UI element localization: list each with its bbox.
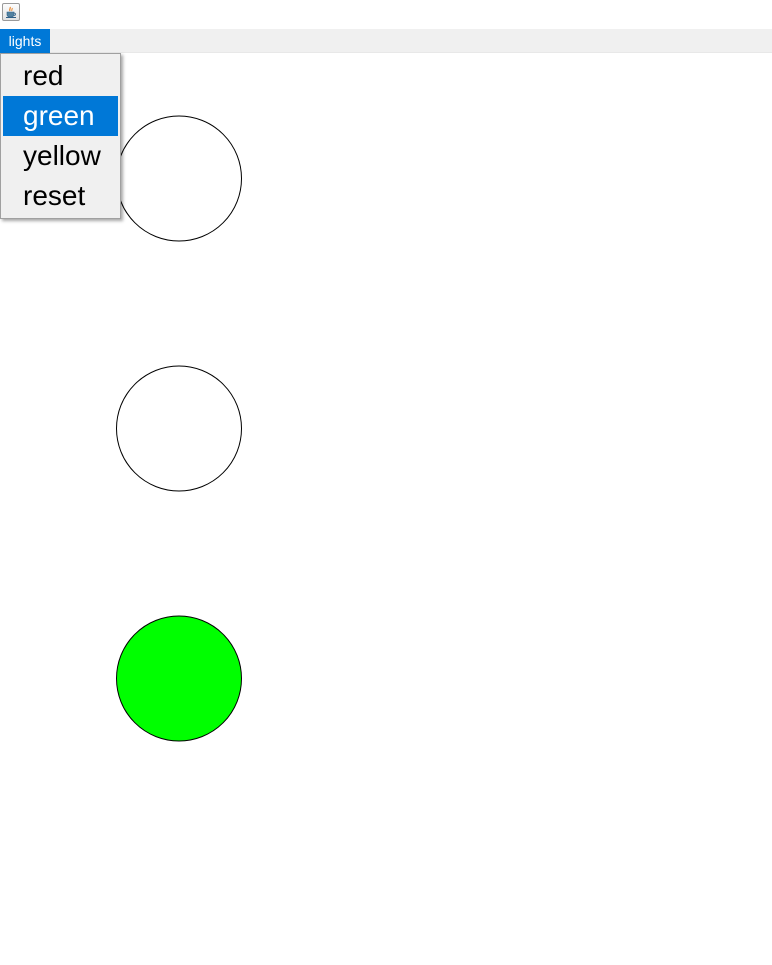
light-middle bbox=[116, 365, 242, 492]
menu-item-green[interactable]: green bbox=[3, 96, 118, 136]
menu-item-red[interactable]: red bbox=[3, 56, 118, 96]
java-cup-icon[interactable] bbox=[2, 3, 20, 21]
menu-item-reset[interactable]: reset bbox=[3, 176, 118, 216]
title-area bbox=[0, 0, 772, 29]
app-window: lights red green yellow reset bbox=[0, 0, 772, 965]
menu-lights[interactable]: lights bbox=[0, 29, 50, 53]
light-bottom bbox=[116, 615, 242, 742]
menubar: lights bbox=[0, 29, 772, 53]
lights-popup-menu: red green yellow reset bbox=[0, 53, 121, 219]
light-top bbox=[116, 115, 242, 242]
menu-item-yellow[interactable]: yellow bbox=[3, 136, 118, 176]
